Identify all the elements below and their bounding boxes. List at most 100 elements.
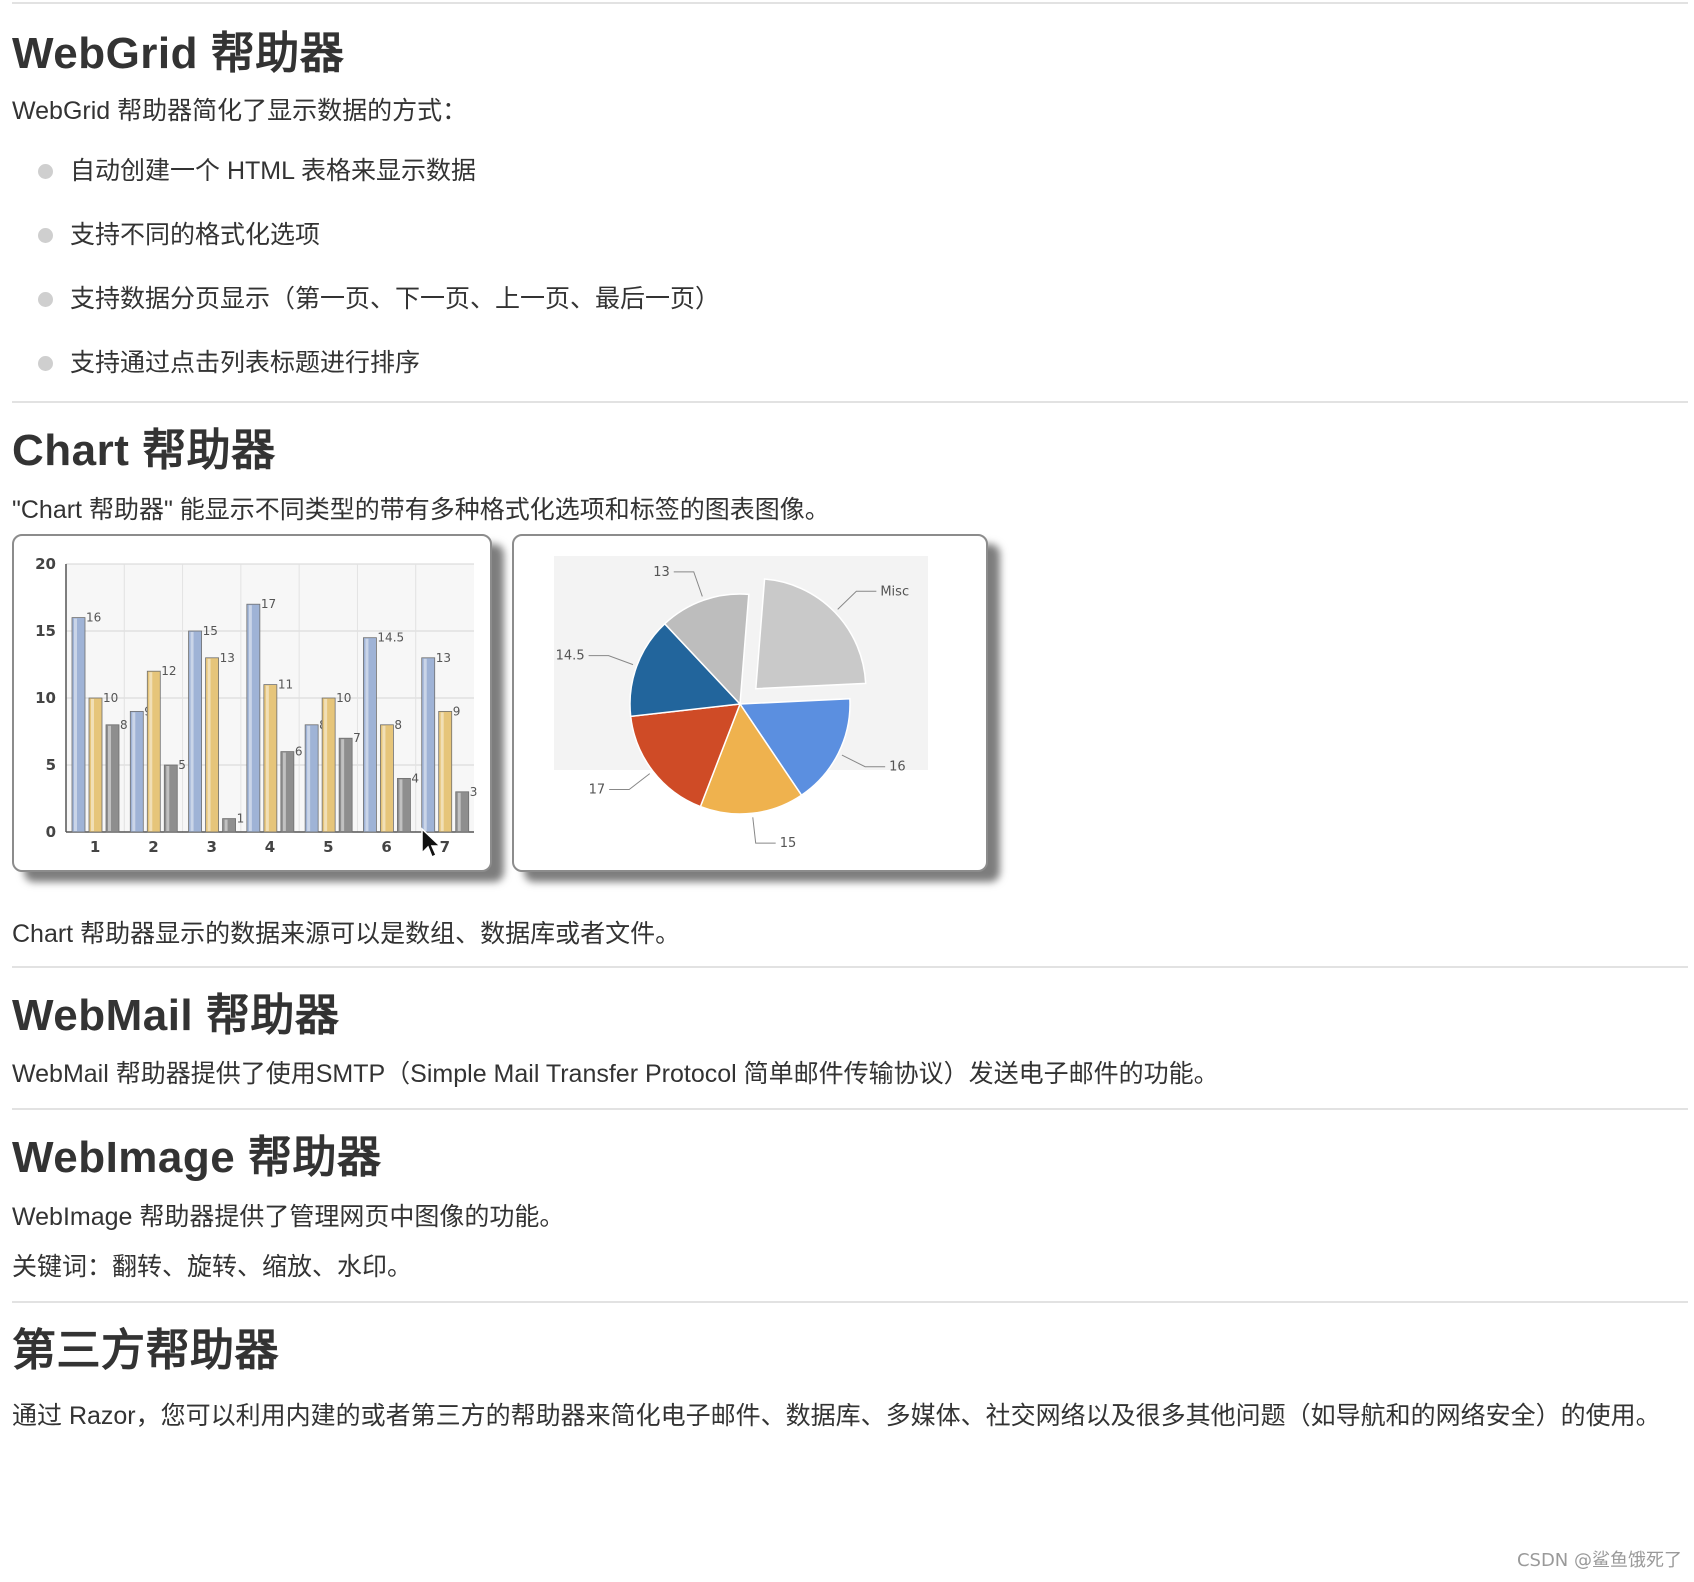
bar-value-label: 13 <box>436 650 451 664</box>
bar-highlight <box>341 738 345 831</box>
x-tick-label: 6 <box>381 838 391 856</box>
divider <box>12 965 1688 968</box>
bar-value-label: 14.5 <box>377 630 404 644</box>
pie-slice-label: 17 <box>589 782 606 797</box>
pie-slice-label: 16 <box>889 759 906 774</box>
bar-highlight <box>399 778 403 831</box>
bar-highlight <box>74 618 77 831</box>
chart-intro: "Chart 帮助器" 能显示不同类型的带有多种格式化选项和标签的图表图像。 <box>12 495 830 524</box>
bar-value-label: 10 <box>103 691 118 705</box>
x-tick-label: 2 <box>148 838 158 856</box>
x-tick-label: 1 <box>90 838 100 856</box>
pie-leader-line <box>752 816 776 844</box>
pie-chart: Misc 16 15 17 14.5 13 <box>554 555 928 851</box>
mouse-cursor-icon <box>421 826 442 858</box>
pie-slice-label: Misc <box>880 584 909 599</box>
bar-chart-panel: 05101520161081912521513131711648107514.5… <box>12 533 492 872</box>
bar-highlight <box>423 658 427 831</box>
bar <box>105 723 120 832</box>
bar-value-label: 4 <box>411 771 419 785</box>
y-tick-label: 20 <box>35 555 56 573</box>
thirdparty-heading: 第三方帮助器 <box>12 1326 279 1376</box>
x-tick-label: 3 <box>206 838 216 856</box>
list-item: 支持数据分页显示（第一页、下一页、上一页、最后一页） <box>12 267 1688 331</box>
bar-value-label: 8 <box>120 717 128 731</box>
bar <box>205 656 219 832</box>
y-tick-label: 15 <box>35 622 56 640</box>
divider <box>12 400 1688 403</box>
bar <box>163 764 178 832</box>
bar <box>380 723 394 832</box>
bar-value-label: 15 <box>203 624 218 638</box>
bar-highlight <box>91 698 94 831</box>
webimage-text: WebImage 帮助器提供了管理网页中图像的功能。 <box>12 1203 565 1232</box>
bar-chart: 05101520161081912521513131711648107514.5… <box>35 555 478 856</box>
bar-highlight <box>248 604 252 831</box>
x-tick-label: 5 <box>323 838 333 856</box>
bar <box>455 790 470 832</box>
bar-highlight <box>224 819 228 831</box>
bar <box>397 777 411 832</box>
webimage-heading: WebImage 帮助器 <box>12 1133 382 1183</box>
divider <box>12 1301 1688 1304</box>
bar-highlight <box>207 658 211 831</box>
webimage-keywords: 关键词：翻转、旋转、缩放、水印。 <box>12 1253 413 1282</box>
bar-value-label: 17 <box>261 597 276 611</box>
bar <box>263 683 278 832</box>
bar-highlight <box>382 725 386 831</box>
bar-highlight <box>365 638 369 831</box>
pie-slice-label: 13 <box>653 564 670 579</box>
bar <box>246 603 261 832</box>
bar <box>321 697 336 832</box>
chart-heading: Chart 帮助器 <box>12 425 276 475</box>
pie-slice-label: 14.5 <box>556 648 585 663</box>
bar-value-label: 1 <box>237 811 245 825</box>
bar <box>421 656 436 832</box>
bar-highlight <box>108 725 111 831</box>
bar-highlight <box>265 685 269 831</box>
bar <box>438 710 453 832</box>
y-tick-label: 0 <box>46 823 56 841</box>
chart-images: 05101520161081912521513131711648107514.5… <box>12 533 1688 894</box>
bar-value-label: 3 <box>470 784 478 798</box>
bar-value-label: 9 <box>453 704 461 718</box>
bar-highlight <box>149 671 153 831</box>
bar-value-label: 12 <box>161 664 176 678</box>
bar <box>129 710 144 832</box>
webmail-heading: WebMail 帮助器 <box>12 990 340 1040</box>
list-item: 支持不同的格式化选项 <box>12 203 1688 267</box>
page-content: WebGrid 帮助器 WebGrid 帮助器简化了显示数据的方式： 自动创建一… <box>12 0 1688 1442</box>
webgrid-intro: WebGrid 帮助器简化了显示数据的方式： <box>12 96 468 125</box>
x-tick-label: 4 <box>265 838 275 856</box>
webgrid-heading: WebGrid 帮助器 <box>12 29 345 78</box>
bar-value-label: 6 <box>295 744 303 758</box>
bar-highlight <box>307 725 311 831</box>
bar <box>88 697 103 832</box>
chart-outro: Chart 帮助器显示的数据来源可以是数组、数据库或者文件。 <box>12 919 681 948</box>
bar-value-label: 7 <box>353 731 361 745</box>
thirdparty-text: 通过 Razor，您可以利用内建的或者第三方的帮助器来简化电子邮件、数据库、多媒… <box>12 1401 1661 1430</box>
bar-highlight <box>166 765 170 831</box>
divider <box>12 1108 1688 1111</box>
y-tick-label: 5 <box>46 756 56 774</box>
bar <box>71 616 86 832</box>
bar-value-label: 5 <box>178 758 186 772</box>
pie-slice-label: 15 <box>780 836 797 851</box>
divider <box>12 2 1688 4</box>
bar <box>338 737 353 832</box>
bar-highlight <box>132 711 136 831</box>
pie-leader-line <box>609 772 651 790</box>
bar-highlight <box>324 698 328 831</box>
webgrid-feature-list: 自动创建一个 HTML 表格来显示数据 支持不同的格式化选项 支持数据分页显示（… <box>12 139 1688 395</box>
watermark: CSDN @鲨鱼饿死了 <box>1516 1550 1682 1571</box>
bar-value-label: 13 <box>220 650 235 664</box>
bar-value-label: 11 <box>278 677 293 691</box>
bar <box>304 723 319 832</box>
bar <box>363 636 377 832</box>
list-item: 支持通过点击列表标题进行排序 <box>12 331 1688 395</box>
bar-highlight <box>440 711 444 831</box>
webmail-text: WebMail 帮助器提供了使用SMTP（Simple Mail Transfe… <box>12 1060 1219 1089</box>
bar-highlight <box>457 792 461 831</box>
bar <box>146 670 161 832</box>
bar-value-label: 16 <box>86 610 101 624</box>
